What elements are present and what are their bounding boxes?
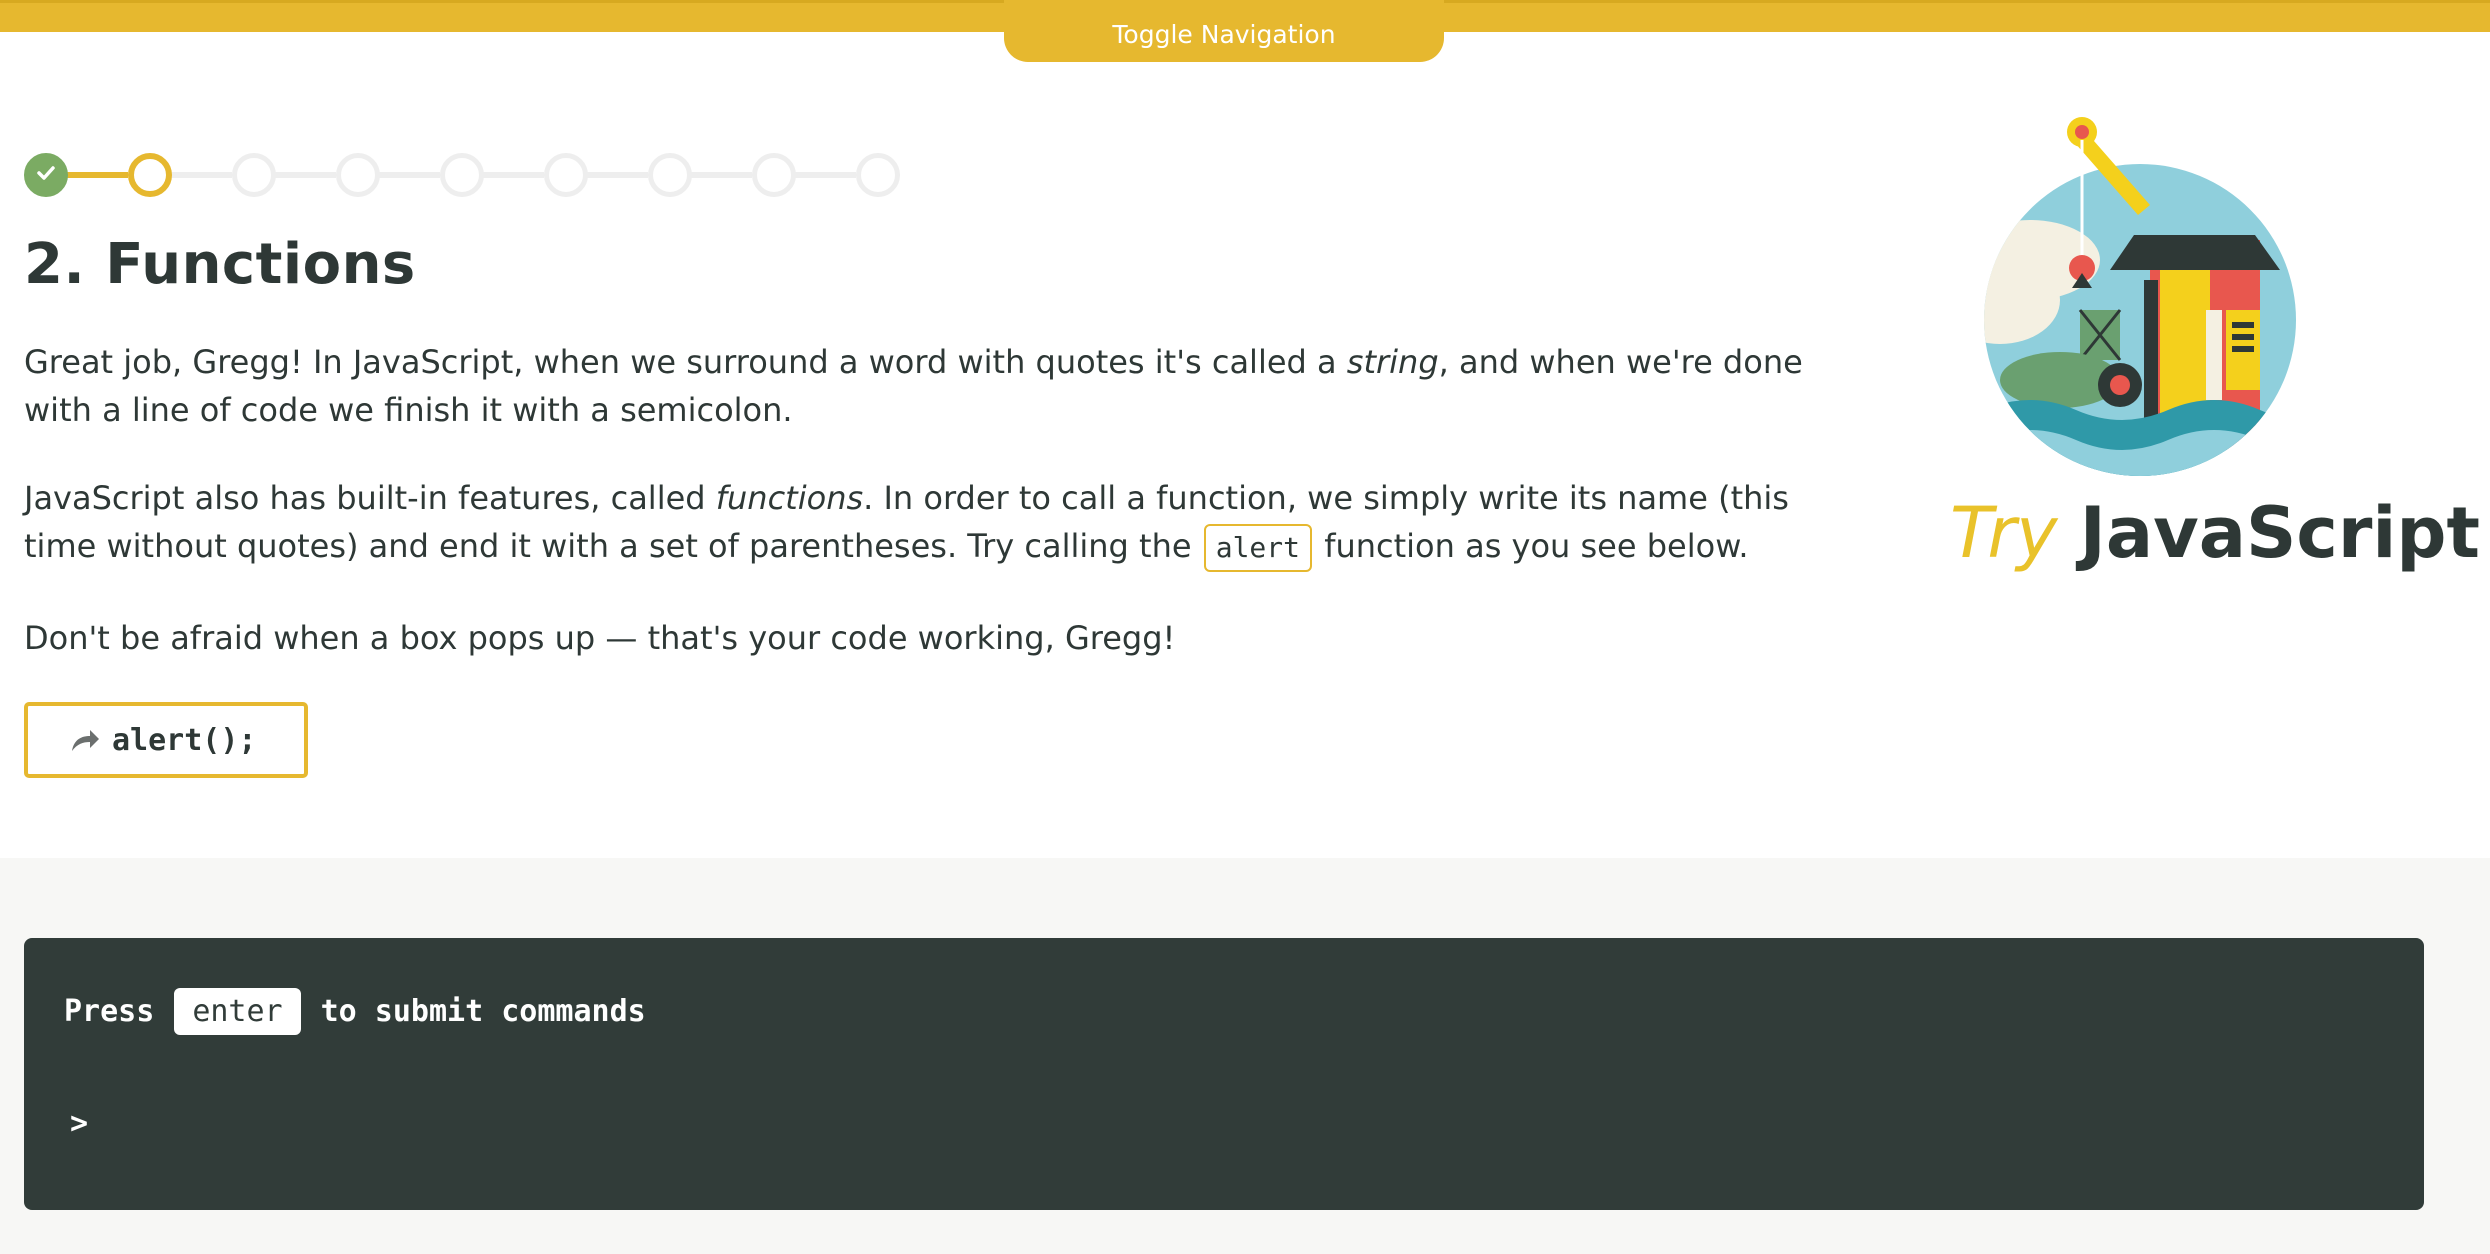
console-panel[interactable]: Press enter to submit commands >: [24, 938, 2424, 1210]
step-6[interactable]: [544, 153, 588, 197]
console-input[interactable]: [114, 1098, 2374, 1148]
text: function as you see below.: [1314, 527, 1749, 565]
console-prompt: >: [70, 1106, 89, 1141]
run-code-label: alert();: [112, 722, 257, 758]
console-hint: Press enter to submit commands: [64, 988, 646, 1035]
step-1-complete[interactable]: [24, 153, 68, 197]
step-connector: [584, 172, 648, 178]
run-code-button[interactable]: alert();: [24, 702, 308, 778]
toggle-navigation-button[interactable]: Toggle Navigation: [1004, 0, 1444, 62]
emphasis: functions: [715, 479, 864, 517]
step-connector: [688, 172, 752, 178]
step-connector: [376, 172, 440, 178]
inline-code-alert: alert: [1203, 524, 1313, 572]
step-2-current[interactable]: [128, 153, 172, 197]
emphasis: string: [1346, 343, 1439, 381]
step-3[interactable]: [232, 153, 276, 197]
enter-key-badge: enter: [174, 988, 301, 1035]
lesson-paragraph-2: JavaScript also has built-in features, c…: [24, 474, 1804, 572]
step-connector: [168, 172, 232, 178]
step-7[interactable]: [648, 153, 692, 197]
step-connector: [64, 172, 128, 178]
step-8[interactable]: [752, 153, 796, 197]
hint-text: Press: [64, 994, 155, 1029]
redo-arrow-icon: [72, 730, 99, 751]
step-connector: [792, 172, 856, 178]
logo-try: Try: [1950, 492, 2058, 574]
logo-javascript: JavaScript: [2079, 492, 2480, 574]
step-connector: [272, 172, 336, 178]
try-javascript-illustration: [1984, 117, 2296, 476]
try-javascript-logo: Try JavaScript: [1950, 492, 2480, 582]
step-5[interactable]: [440, 153, 484, 197]
text: JavaScript also has built-in features, c…: [24, 479, 716, 517]
progress-steps: [24, 153, 904, 197]
step-4[interactable]: [336, 153, 380, 197]
step-connector: [480, 172, 544, 178]
lesson-title: 2. Functions: [24, 232, 416, 297]
lesson-paragraph-1: Great job, Gregg! In JavaScript, when we…: [24, 338, 1804, 434]
check-icon: [37, 166, 55, 180]
step-9[interactable]: [856, 153, 900, 197]
lesson-paragraph-3: Don't be afraid when a box pops up — tha…: [24, 619, 1176, 657]
text: Great job, Gregg! In JavaScript, when we…: [24, 343, 1347, 381]
hint-text: to submit commands: [320, 994, 646, 1029]
